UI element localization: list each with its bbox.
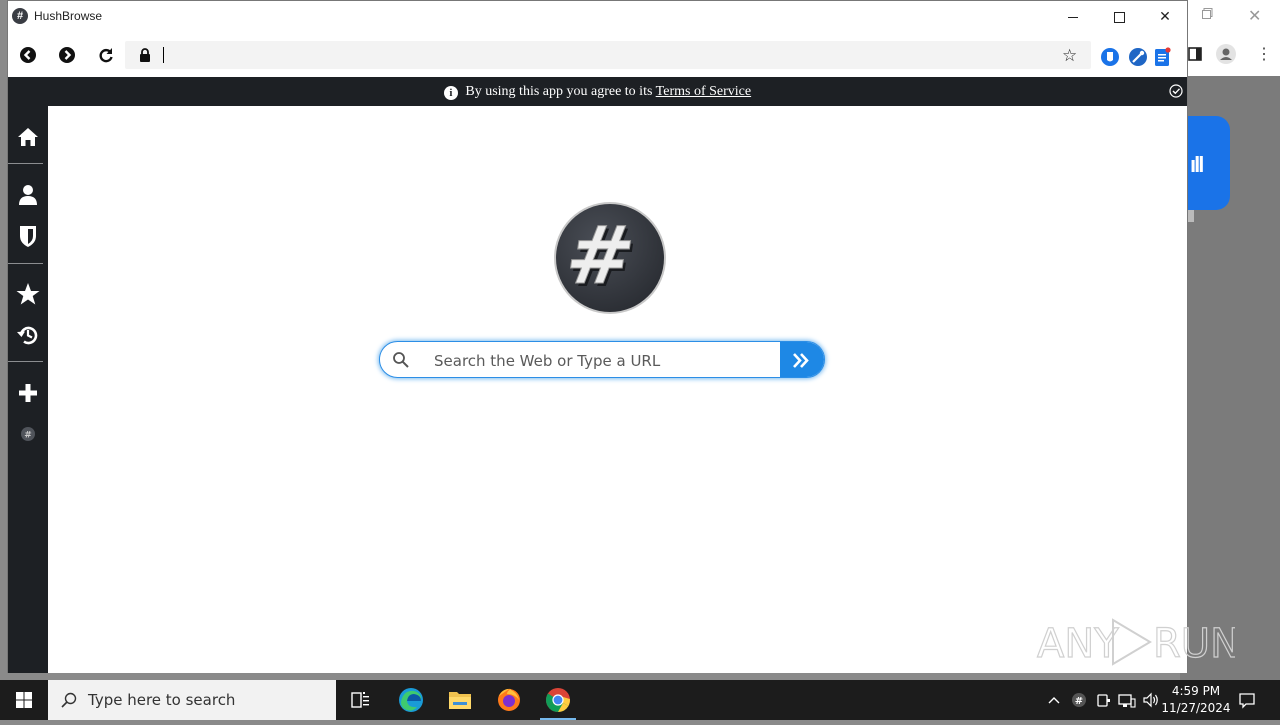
sidebar-divider: [8, 361, 43, 362]
maximize-button[interactable]: [1096, 1, 1142, 31]
clock-date: 11/27/2024: [1161, 701, 1231, 715]
search-go-button[interactable]: [780, 342, 824, 377]
show-hidden-icons-chevron-icon[interactable]: [1046, 690, 1062, 710]
dismiss-check-icon[interactable]: [1169, 84, 1183, 98]
hushbrowse-window: # HushBrowse ✕ ☆ i By using this app you…: [7, 0, 1188, 673]
start-page: # #: [48, 106, 1187, 673]
terms-of-service-link[interactable]: Terms of Service: [656, 84, 751, 99]
edge-icon[interactable]: [387, 680, 435, 720]
background-toolbar: ⋮: [1180, 38, 1280, 72]
search-box[interactable]: [379, 341, 825, 378]
taskbar-search-placeholder: Type here to search: [88, 691, 236, 709]
user-icon[interactable]: [14, 182, 42, 208]
side-panel-icon[interactable]: [1188, 47, 1202, 61]
task-view-icon[interactable]: [336, 680, 384, 720]
minimize-button[interactable]: [1050, 1, 1096, 31]
maximize-icon: [1113, 11, 1125, 23]
address-bar[interactable]: ☆: [125, 41, 1091, 69]
shield-icon[interactable]: [14, 223, 42, 249]
sidebar-divider: [8, 263, 43, 264]
hushbrowse-logo-icon: # #: [554, 202, 666, 314]
plus-icon[interactable]: [14, 380, 42, 406]
navigation-bar: ☆: [8, 31, 1187, 77]
bookmark-star-icon[interactable]: ☆: [1062, 46, 1077, 66]
bars-icon: ıll: [1190, 152, 1204, 177]
anyrun-watermark: ANY RUN: [1036, 618, 1235, 668]
reload-button[interactable]: [96, 45, 116, 65]
watermark-text-run: RUN: [1153, 621, 1235, 667]
window-title: HushBrowse: [34, 9, 103, 23]
sidebar-divider: [8, 163, 43, 164]
close-icon[interactable]: ✕: [1248, 6, 1261, 26]
taskbar-search[interactable]: Type here to search: [48, 680, 336, 720]
extension-docs-icon[interactable]: [1153, 47, 1171, 67]
search-input[interactable]: [432, 349, 776, 373]
volume-icon[interactable]: [1141, 690, 1161, 710]
address-input[interactable]: [163, 45, 1047, 67]
info-icon: i: [443, 86, 458, 100]
svg-text:#: #: [24, 431, 32, 441]
extension-shield-icon[interactable]: [1100, 47, 1120, 67]
background-browser-window: ✕ ⋮: [1180, 0, 1280, 680]
system-clock[interactable]: 4:59 PM 11/27/2024: [1160, 683, 1232, 717]
restore-icon[interactable]: [1202, 8, 1213, 19]
lock-icon: [140, 48, 150, 62]
more-menu-icon[interactable]: ⋮: [1256, 44, 1272, 64]
windows-start-icon[interactable]: [0, 680, 48, 720]
hushbrowse-tray-icon[interactable]: #: [1070, 690, 1088, 710]
chrome-icon: [546, 688, 570, 713]
extension-tool-icon[interactable]: [1128, 47, 1148, 67]
text-caret: [163, 47, 164, 63]
firefox-icon[interactable]: [485, 680, 533, 720]
background-scrollbar: [1188, 210, 1194, 222]
terms-notice-bar: i By using this app you agree to its Ter…: [8, 77, 1187, 106]
svg-text:#: #: [560, 208, 640, 302]
app-logo-icon: #: [12, 8, 28, 24]
chrome-taskbar-button[interactable]: [534, 680, 582, 720]
profile-icon[interactable]: [1216, 44, 1236, 64]
clock-time: 4:59 PM: [1171, 684, 1221, 698]
home-icon[interactable]: [14, 124, 42, 150]
forward-button[interactable]: [57, 45, 77, 65]
device-tray-icon[interactable]: [1094, 690, 1112, 710]
double-chevron-right-icon: [793, 353, 809, 368]
sidebar: #: [8, 106, 48, 673]
notice-text: By using this app you agree to its: [465, 84, 653, 99]
close-icon: ✕: [1159, 8, 1171, 24]
star-icon[interactable]: [14, 281, 42, 307]
background-titlebar: ✕: [1180, 0, 1280, 30]
minimize-icon: [1068, 16, 1078, 18]
notification-center-icon[interactable]: [1238, 691, 1256, 709]
network-icon[interactable]: [1117, 690, 1137, 710]
title-bar[interactable]: # HushBrowse ✕: [8, 1, 1187, 31]
search-icon: [61, 692, 77, 708]
back-button[interactable]: [18, 45, 38, 65]
search-icon: [393, 352, 409, 368]
taskbar: Type here to search # 4:59 PM 11/27/2024: [0, 680, 1280, 720]
svg-text:#: #: [1075, 696, 1083, 707]
history-icon[interactable]: [14, 322, 42, 348]
close-button[interactable]: ✕: [1142, 1, 1188, 31]
hush-logo-icon[interactable]: #: [14, 421, 42, 447]
watermark-text-any: ANY: [1037, 621, 1119, 667]
file-explorer-icon[interactable]: [436, 680, 484, 720]
